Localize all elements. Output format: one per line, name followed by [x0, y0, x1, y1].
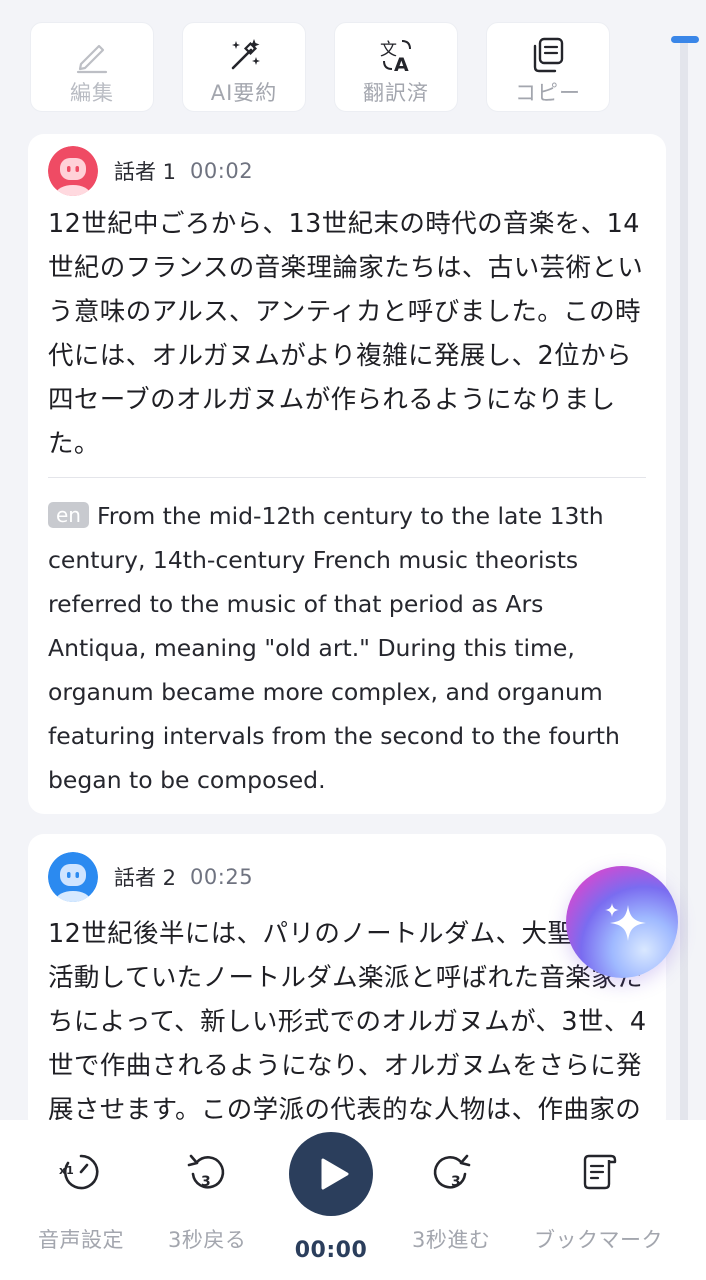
- copy-icon: [533, 37, 564, 73]
- avatar: [48, 146, 98, 196]
- transcript-card[interactable]: 話者 2 00:25 12世紀後半には、パリのノートルダム、大聖堂で活動していた…: [28, 834, 666, 1134]
- language-badge: en: [48, 502, 89, 528]
- magic-wand-icon: [231, 39, 260, 70]
- robot-avatar-icon: [48, 146, 98, 196]
- transcript-text-jp: 12世紀中ごろから、13世紀末の時代の音楽を、14世紀のフランスの音楽理論家たち…: [48, 209, 644, 459]
- translated-button[interactable]: 文 A 翻訳済: [334, 22, 458, 112]
- transcript-text-en: en From the mid-12th century to the late …: [48, 494, 648, 802]
- rewind-icon: 3: [187, 1154, 225, 1190]
- svg-text:A: A: [394, 54, 409, 75]
- ai-summary-label: AI要約: [210, 81, 278, 105]
- player-bar: x1 音声設定 3 3秒戻る 00:00 3 3秒進む ブックマーク: [0, 1120, 706, 1280]
- speed-icon-text: x1: [59, 1164, 74, 1177]
- sparkle-icon: [605, 903, 646, 941]
- speaker-header: 話者 1 00:02: [48, 146, 253, 196]
- copy-label: コピー: [515, 81, 581, 105]
- forward-3s-button[interactable]: 3 3秒進む: [412, 1150, 490, 1254]
- top-toolbar: 編集 AI要約 文 A 翻訳済 コピー: [0, 0, 706, 130]
- bookmark-scroll-icon: [583, 1154, 616, 1190]
- speaker-timestamp[interactable]: 00:25: [190, 865, 253, 889]
- play-button[interactable]: [289, 1132, 373, 1216]
- play-control: 00:00: [289, 1132, 373, 1263]
- rewind-icon-text: 3: [201, 1174, 211, 1190]
- edit-button[interactable]: 編集: [30, 22, 154, 112]
- rewind-3s-button[interactable]: 3 3秒戻る: [168, 1150, 246, 1254]
- transcript-text-jp: 12世紀後半には、パリのノートルダム、大聖堂で活動していたノートルダム楽派と呼ば…: [48, 919, 647, 1125]
- forward-icon: 3: [434, 1154, 471, 1190]
- scrollbar-thumb[interactable]: [671, 36, 699, 43]
- translation-divider: [48, 477, 646, 478]
- play-icon: [321, 1158, 349, 1190]
- avatar: [48, 852, 98, 902]
- forward-label: 3秒進む: [412, 1228, 491, 1252]
- robot-avatar-icon: [48, 852, 98, 902]
- playback-speed-icon: x1: [59, 1154, 99, 1190]
- transcript-card[interactable]: 話者 1 00:02 12世紀中ごろから、13世紀末の時代の音楽を、14世紀のフ…: [28, 134, 666, 814]
- copy-button[interactable]: コピー: [486, 22, 610, 112]
- speaker-header: 話者 2 00:25: [48, 852, 253, 902]
- current-time: 00:00: [294, 1238, 368, 1263]
- audio-settings-button[interactable]: x1 音声設定: [38, 1150, 124, 1254]
- bookmark-button[interactable]: ブックマーク: [534, 1150, 663, 1254]
- rewind-label: 3秒戻る: [168, 1228, 247, 1252]
- speaker-name: 話者 2: [114, 866, 177, 890]
- bookmark-label: ブックマーク: [534, 1228, 663, 1252]
- ai-assistant-button[interactable]: [566, 866, 678, 978]
- speaker-timestamp[interactable]: 00:02: [190, 159, 253, 183]
- translation-text: From the mid-12th century to the late 13…: [48, 502, 620, 794]
- scrollbar-track[interactable]: [680, 36, 688, 1126]
- pencil-icon: [76, 44, 108, 74]
- translated-label: 翻訳済: [363, 81, 429, 105]
- edit-label: 編集: [70, 81, 114, 105]
- ai-summary-button[interactable]: AI要約: [182, 22, 306, 112]
- translate-icon: 文 A: [380, 40, 411, 75]
- speaker-name: 話者 1: [114, 160, 177, 184]
- audio-settings-label: 音声設定: [38, 1228, 124, 1252]
- forward-icon-text: 3: [451, 1174, 461, 1190]
